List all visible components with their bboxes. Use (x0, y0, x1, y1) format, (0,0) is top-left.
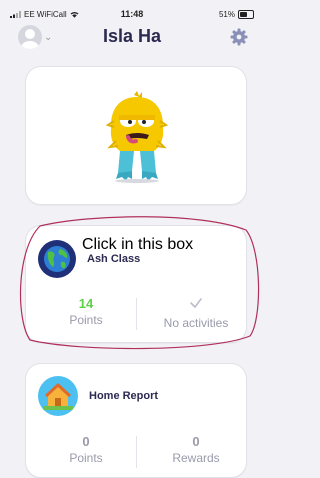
header: ⌄ Isla Ha (0, 22, 264, 52)
report-rewards-label: Rewards (172, 451, 220, 465)
class-card[interactable]: Click in this box Ash Class 14 Points No… (25, 225, 247, 343)
check-icon (190, 298, 202, 309)
report-points-value: 0 (82, 434, 90, 449)
monster-card[interactable] (25, 66, 247, 205)
status-right: 51% (219, 10, 254, 19)
gear-icon[interactable] (230, 28, 248, 46)
class-points: 14 Points (38, 296, 134, 327)
home-report-card[interactable]: Home Report 0 Points 0 Rewards (25, 363, 247, 478)
battery-icon (238, 10, 254, 19)
points-value: 14 (78, 296, 94, 311)
class-name: Ash Class (87, 253, 141, 265)
house-icon (38, 376, 78, 416)
activities-label: No activities (163, 316, 229, 330)
globe-icon (38, 240, 76, 278)
battery-label: 51% (218, 10, 235, 19)
page-title: Isla Ha (102, 26, 162, 46)
stat-divider (136, 298, 137, 330)
report-points: 0 Points (38, 434, 134, 465)
report-rewards: 0 Rewards (148, 434, 244, 465)
report-points-label: Points (69, 451, 103, 465)
points-label: Points (69, 313, 103, 327)
report-divider (136, 436, 137, 468)
report-rewards-value: 0 (192, 434, 200, 449)
report-title: Home Report (89, 390, 159, 402)
class-activities: No activities (148, 296, 244, 330)
monster-avatar (106, 91, 168, 183)
click-instruction: Click in this box (82, 236, 194, 253)
